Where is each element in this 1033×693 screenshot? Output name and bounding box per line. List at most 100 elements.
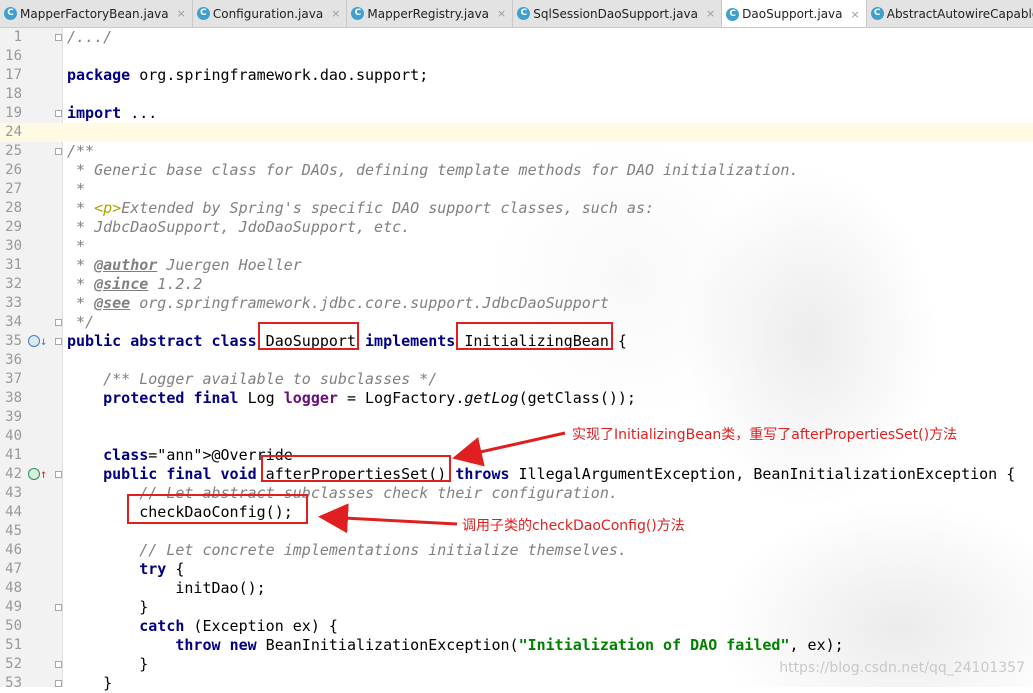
line-number: 32 — [5, 276, 22, 292]
code-line[interactable]: 34 */ — [0, 313, 1033, 332]
code-text: } — [67, 674, 113, 692]
code-line[interactable]: 37 /** Logger available to subclasses */ — [0, 370, 1033, 389]
line-number: 46 — [5, 542, 22, 558]
code-line[interactable]: 36 — [0, 351, 1033, 370]
code-text: package org.springframework.dao.support; — [67, 66, 429, 84]
code-line[interactable]: 29 * JdbcDaoSupport, JdoDaoSupport, etc. — [0, 218, 1033, 237]
code-line[interactable]: 48 initDao(); — [0, 579, 1033, 598]
code-text: * @author Juergen Hoeller — [67, 256, 302, 274]
tab-label: DaoSupport.java — [742, 7, 843, 21]
line-number: 25 — [5, 143, 22, 159]
fold-toggle-icon[interactable] — [55, 604, 62, 611]
line-number: 27 — [5, 181, 22, 197]
up-arrow-icon: ↑ — [40, 467, 48, 481]
code-line[interactable]: 51 throw new BeanInitializationException… — [0, 636, 1033, 655]
fold-toggle-icon[interactable] — [55, 148, 62, 155]
line-number: 44 — [5, 504, 22, 520]
code-text: } — [67, 655, 149, 673]
code-line[interactable]: 31 * @author Juergen Hoeller — [0, 256, 1033, 275]
java-class-icon: C — [4, 7, 17, 20]
code-line[interactable]: 50 catch (Exception ex) { — [0, 617, 1033, 636]
down-arrow-icon: ↓ — [40, 334, 48, 348]
fold-toggle-icon[interactable] — [55, 319, 62, 326]
line-number: 33 — [5, 295, 22, 311]
tab-close-icon[interactable]: × — [497, 7, 506, 20]
line-number: 36 — [5, 352, 22, 368]
code-text: /** Logger available to subclasses */ — [67, 370, 438, 388]
line-number: 49 — [5, 599, 22, 615]
tab-close-icon[interactable]: × — [851, 8, 860, 21]
java-class-icon: C — [517, 7, 531, 20]
implements-gutter-icon[interactable] — [28, 335, 40, 347]
editor-tab[interactable]: C SqlSessionDaoSupport.java × — [513, 0, 723, 27]
line-number: 45 — [5, 523, 22, 539]
code-line[interactable]: 33 * @see org.springframework.jdbc.core.… — [0, 294, 1033, 313]
java-class-icon: C — [870, 7, 884, 20]
tab-close-icon[interactable]: × — [177, 7, 186, 20]
line-number: 31 — [5, 257, 22, 273]
line-number: 26 — [5, 162, 22, 178]
editor-tab[interactable]: C Configuration.java × — [192, 0, 348, 27]
fold-toggle-icon[interactable] — [55, 680, 62, 687]
code-line[interactable]: 24 — [0, 123, 1033, 142]
code-text: */ — [67, 313, 95, 331]
code-text: // Let concrete implementations initiali… — [67, 541, 627, 559]
code-line[interactable]: 26 * Generic base class for DAOs, defini… — [0, 161, 1033, 180]
code-text: * <p>Extended by Spring's specific DAO s… — [67, 199, 655, 217]
watermark: https://blog.csdn.net/qq_24101357 — [779, 660, 1025, 676]
tab-label: Configuration.java — [212, 6, 324, 21]
code-line[interactable]: 25 /** — [0, 142, 1033, 161]
line-number: 16 — [5, 48, 22, 64]
code-text: /.../ — [67, 28, 113, 46]
fold-toggle-icon[interactable] — [55, 34, 62, 41]
code-editor[interactable]: 1 /.../ 16 17 package org.springframework.da… — [0, 28, 1033, 692]
code-line[interactable]: 16 — [0, 47, 1033, 66]
code-text: public final void afterPropertiesSet() t… — [103, 465, 1016, 483]
editor-tab[interactable]: C AbstractAutowireCapable — [866, 0, 1033, 27]
line-number: 53 — [5, 675, 22, 691]
code-line[interactable]: 18 — [0, 85, 1033, 104]
code-text: * — [67, 180, 86, 198]
code-line[interactable]: 43 // Let abstract subclasses check thei… — [0, 484, 1033, 503]
editor-tab-bar: C MapperFactoryBean.java × C Configuration.j… — [0, 0, 1033, 28]
line-number: 43 — [5, 485, 22, 501]
code-text: throw new BeanInitializationException("I… — [175, 636, 844, 654]
code-line[interactable]: 35 ↓ public abstract class DaoSupport impl… — [0, 332, 1033, 351]
code-text: try { — [139, 560, 185, 578]
code-line[interactable]: 19 import ... — [0, 104, 1033, 123]
code-line[interactable]: 38 protected final Log logger = LogFacto… — [0, 389, 1033, 408]
code-line[interactable]: 42 ↑ public final void afterPropertiesSet… — [0, 465, 1033, 484]
code-text: class="ann">@Override — [103, 446, 293, 464]
line-number: 19 — [5, 105, 22, 121]
override-gutter-icon[interactable] — [28, 468, 40, 480]
fold-toggle-icon[interactable] — [55, 110, 62, 117]
code-line[interactable]: 17 package org.springframework.dao.suppor… — [0, 66, 1033, 85]
annotation-note-2: 调用子类的checkDaoConfig()方法 — [462, 518, 685, 534]
java-class-icon: C — [196, 7, 210, 20]
editor-tab[interactable]: C MapperFactoryBean.java × — [0, 0, 193, 27]
code-line[interactable]: 28 * <p>Extended by Spring's specific DA… — [0, 199, 1033, 218]
tab-label: AbstractAutowireCapable — [886, 6, 1033, 21]
tab-label: MapperFactoryBean.java — [20, 6, 169, 21]
editor-tab[interactable]: C MapperRegistry.java × — [347, 0, 514, 27]
editor-tab[interactable]: C DaoSupport.java × — [722, 0, 867, 27]
fold-toggle-icon[interactable] — [55, 338, 62, 345]
code-line[interactable]: 30 * — [0, 237, 1033, 256]
fold-toggle-icon[interactable] — [55, 661, 62, 668]
line-number: 24 — [5, 124, 22, 140]
tab-close-icon[interactable]: × — [706, 7, 715, 20]
fold-toggle-icon[interactable] — [55, 471, 62, 478]
code-line[interactable]: 32 * @since 1.2.2 — [0, 275, 1033, 294]
code-line[interactable]: 53 } — [0, 674, 1033, 693]
tab-close-icon[interactable]: × — [331, 7, 340, 20]
code-line[interactable]: 27 * — [0, 180, 1033, 199]
code-line[interactable]: 46 // Let concrete implementations initi… — [0, 541, 1033, 560]
code-line[interactable]: 1 /.../ — [0, 28, 1033, 47]
tab-label: SqlSessionDaoSupport.java — [533, 6, 698, 21]
code-line[interactable]: 49 } — [0, 598, 1033, 617]
line-number: 38 — [5, 390, 22, 406]
code-line[interactable]: 41 class="ann">@Override — [0, 446, 1033, 465]
line-number: 34 — [5, 314, 22, 330]
line-number: 1 — [13, 29, 22, 45]
code-line[interactable]: 47 try { — [0, 560, 1033, 579]
